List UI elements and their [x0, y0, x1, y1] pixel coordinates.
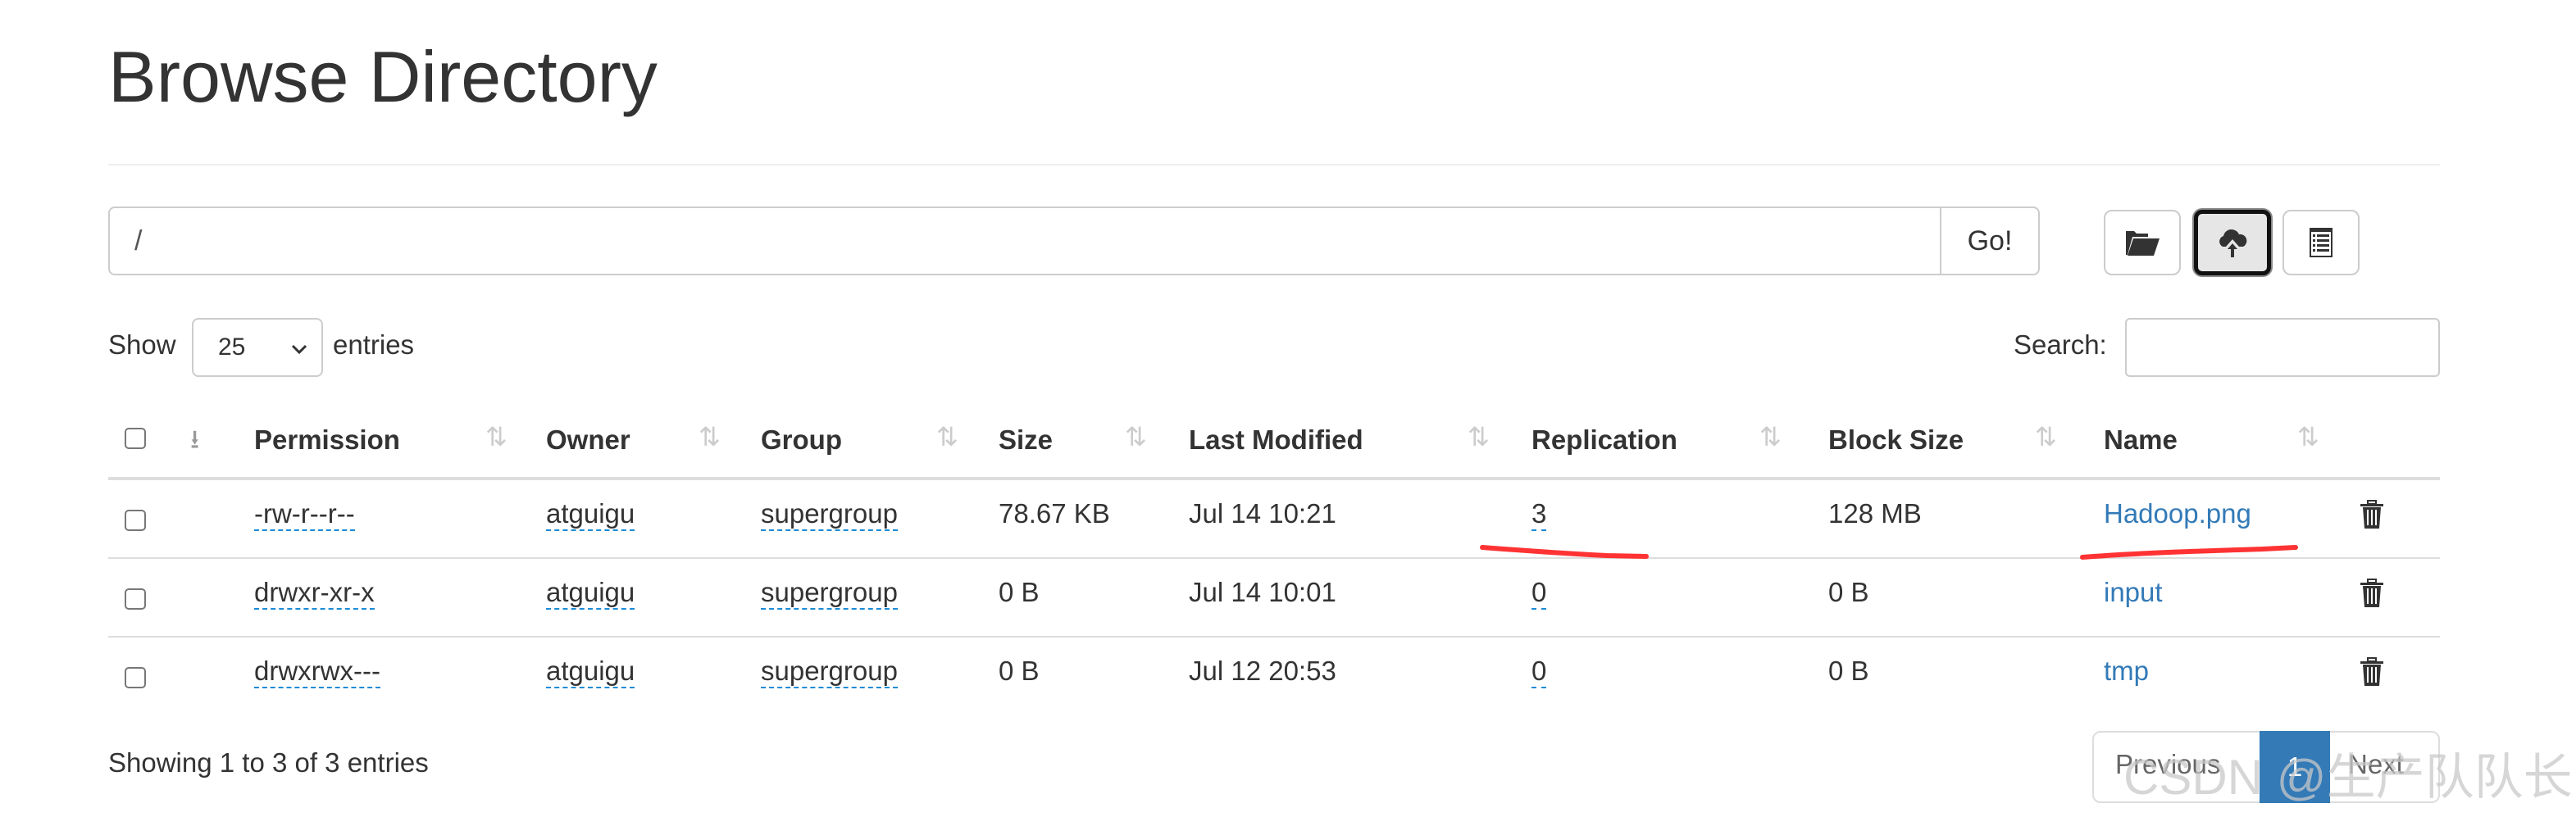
annotation-underline-name: [2080, 545, 2298, 560]
watermark: CSDN @生产队队长: [2123, 750, 2573, 805]
annotation-underline-replication: [1480, 545, 1649, 559]
red-annotation-marks: [1480, 545, 2298, 560]
table-info: Showing 1 to 3 of 3 entries: [108, 747, 429, 778]
